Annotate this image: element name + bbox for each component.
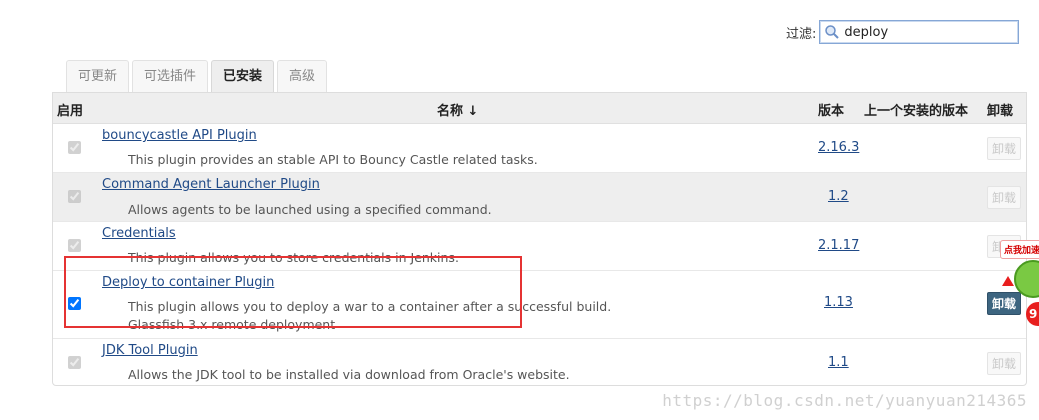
flag-icon	[1002, 276, 1014, 286]
uninstall-button[interactable]: 卸载	[987, 137, 1021, 160]
plugin-description: Allows agents to be launched using a spe…	[128, 202, 492, 217]
ad-widget[interactable]: 点我加速 9	[996, 236, 1039, 326]
table-row: Deploy to container Plugin This plugin a…	[53, 271, 1026, 339]
plugin-name-link[interactable]: Deploy to container Plugin	[102, 275, 274, 290]
plugin-version-link[interactable]: 1.2	[828, 189, 849, 204]
plugins-table: 启用 名称 ↓ 版本 上一个安装的版本 卸载 bouncycastle API …	[52, 92, 1027, 386]
plugin-name-link[interactable]: Command Agent Launcher Plugin	[102, 177, 320, 192]
header-name[interactable]: 名称 ↓	[437, 100, 478, 119]
uninstall-button[interactable]: 卸载	[987, 186, 1021, 209]
table-header: 启用 名称 ↓ 版本 上一个安装的版本 卸载	[53, 93, 1026, 124]
plugin-name-link[interactable]: bouncycastle API Plugin	[102, 128, 257, 143]
table-row: Credentials This plugin allows you to st…	[53, 222, 1026, 271]
ball-icon	[1014, 260, 1039, 298]
table-row: Command Agent Launcher Plugin Allows age…	[53, 173, 1026, 222]
plugin-version-link[interactable]: 2.16.3	[818, 140, 859, 155]
tab-advanced[interactable]: 高级	[277, 60, 328, 92]
table-row: JDK Tool Plugin Allows the JDK tool to b…	[53, 339, 1026, 385]
uninstall-button[interactable]: 卸载	[987, 352, 1021, 375]
filter-label: 过滤:	[786, 26, 817, 42]
plugin-description: This plugin provides an stable API to Bo…	[128, 152, 538, 167]
plugin-version-link[interactable]: 2.1.17	[818, 238, 859, 253]
header-version[interactable]: 版本	[818, 100, 844, 119]
watermark: https://blog.csdn.net/yuanyuan214365	[662, 391, 1027, 410]
filter-bar: 过滤:	[786, 20, 1020, 44]
plugin-name-link[interactable]: Credentials	[102, 226, 176, 241]
tab-installed[interactable]: 已安装	[211, 60, 275, 92]
plugin-version-link[interactable]: 1.1	[828, 355, 849, 370]
plugin-version-link[interactable]: 1.13	[824, 295, 853, 310]
enabled-checkbox[interactable]	[68, 239, 81, 252]
tab-bar: 可更新 可选插件 已安装 高级	[66, 60, 330, 92]
filter-box[interactable]	[819, 20, 1020, 44]
enabled-checkbox[interactable]	[68, 141, 81, 154]
header-previous-version[interactable]: 上一个安装的版本	[864, 100, 968, 119]
ad-badge[interactable]: 9	[1026, 302, 1039, 326]
ad-bubble[interactable]: 点我加速	[1000, 240, 1039, 259]
search-icon	[824, 24, 840, 40]
plugin-name-link[interactable]: JDK Tool Plugin	[102, 343, 198, 358]
plugin-description: This plugin allows you to deploy a war t…	[128, 299, 612, 314]
header-uninstall[interactable]: 卸载	[987, 100, 1013, 119]
plugin-description: This plugin allows you to store credenti…	[128, 250, 459, 265]
plugin-description-extra: Glassfish 3.x remote deployment	[128, 317, 336, 332]
enabled-checkbox[interactable]	[68, 356, 81, 369]
header-enabled[interactable]: 启用	[57, 100, 83, 119]
enabled-checkbox[interactable]	[68, 190, 81, 203]
filter-input[interactable]	[840, 24, 1015, 40]
table-row: bouncycastle API Plugin This plugin prov…	[53, 124, 1026, 173]
enabled-checkbox[interactable]	[68, 297, 81, 310]
tab-available[interactable]: 可选插件	[132, 60, 209, 92]
plugin-description: Allows the JDK tool to be installed via …	[128, 367, 570, 382]
tab-updates[interactable]: 可更新	[66, 60, 130, 92]
